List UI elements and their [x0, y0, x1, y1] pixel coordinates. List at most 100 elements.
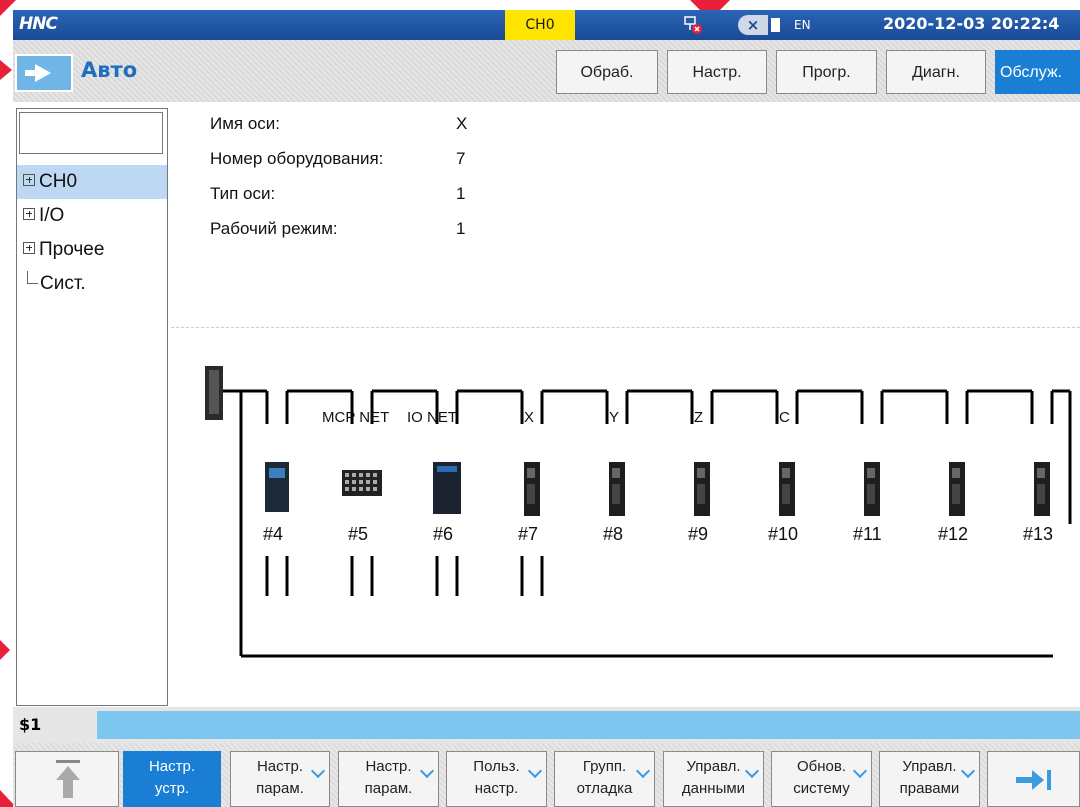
softkey-label-2: парам.: [256, 780, 304, 797]
tree-search-input[interactable]: [19, 112, 163, 154]
device-label: X: [524, 409, 535, 426]
servo-drive-panel: [612, 468, 620, 478]
softkey-rights-management[interactable]: Управл. правами: [879, 751, 980, 807]
info-label: Имя оси:: [210, 114, 281, 133]
tree-item-system[interactable]: Сист.: [17, 267, 167, 301]
softkey-label-2: отладка: [576, 780, 633, 797]
tree-item-io[interactable]: I/O: [17, 199, 167, 233]
bus-topology: #4 MCP NET #5 IO NET #6 X #7 Y #8 Z #9 C #10 #11 #12 #1…: [171, 334, 1080, 807]
tab-processing[interactable]: Обраб.: [556, 50, 658, 94]
panel-key: [345, 473, 349, 477]
device-number: #13: [1023, 524, 1054, 544]
panel-key: [352, 480, 356, 484]
softkey-label-2: данными: [681, 780, 746, 797]
master-controller-detail: [209, 370, 219, 414]
device-number: #11: [853, 524, 882, 544]
panel-key: [373, 473, 377, 477]
device-number: #5: [348, 524, 369, 544]
info-label: Рабочий режим:: [210, 219, 338, 238]
info-value: 1: [456, 219, 466, 238]
device-number: #9: [688, 524, 709, 544]
inverter-display: [269, 468, 285, 478]
servo-drive-connector: [612, 484, 620, 504]
servo-drive-connector: [782, 484, 790, 504]
softkey-up-button[interactable]: [15, 751, 119, 807]
device-number: #8: [603, 524, 624, 544]
up-arrow-icon: [56, 760, 80, 798]
softkey-label-2: настр.: [474, 780, 519, 797]
tree-item-label: CH0: [39, 171, 78, 192]
softkey-label-2: систему: [793, 780, 850, 797]
softkey-next-page-button[interactable]: [987, 751, 1080, 807]
panel-key: [352, 473, 356, 477]
io-module-stripe: [437, 466, 457, 472]
softkey-group-debug[interactable]: Групп. отладка: [554, 751, 655, 807]
softkey-label-2: устр.: [154, 780, 190, 797]
info-value: 1: [456, 184, 466, 203]
device-number: #10: [768, 524, 799, 544]
tree-item-other[interactable]: Прочее: [17, 233, 167, 267]
expand-plus-icon[interactable]: [23, 173, 35, 186]
softkey-device-setup[interactable]: Настр. устр.: [123, 751, 221, 807]
servo-drive-panel: [782, 468, 790, 478]
tab-setup[interactable]: Настр.: [667, 50, 767, 94]
softkey-label-1: Настр.: [148, 758, 196, 775]
arrow-right-icon: [15, 54, 73, 92]
command-line: $1: [13, 707, 1080, 743]
close-x-icon[interactable]: ×: [738, 15, 768, 35]
servo-drive-connector: [1037, 484, 1045, 504]
device-tree: CH0 I/O Прочее Сист.: [16, 108, 168, 706]
channel-badge[interactable]: CH0: [505, 10, 575, 40]
tab-maintenance[interactable]: Обслуж.: [995, 50, 1080, 94]
language-indicator[interactable]: EN: [794, 18, 811, 32]
sd-card-icon: [771, 18, 780, 32]
status-bar: HNC CH0 × EN 2020-12-03 20:22:4: [13, 10, 1080, 40]
panel-key: [373, 480, 377, 484]
main-panel: CH0 I/O Прочее Сист. Имя оси: X Номер об…: [13, 102, 1080, 807]
panel-key: [373, 487, 377, 491]
servo-drive-panel: [952, 468, 960, 478]
tree-item-label: I/O: [39, 205, 65, 226]
command-input[interactable]: [97, 711, 1080, 739]
datetime: 2020-12-03 20:22:4: [883, 14, 1060, 33]
softkey-param-setup-1[interactable]: Настр. парам.: [230, 751, 330, 807]
tree-item-label: Сист.: [40, 273, 86, 294]
device-number: #12: [938, 524, 969, 544]
tab-program[interactable]: Прогр.: [776, 50, 877, 94]
device-number: #4: [263, 524, 284, 544]
servo-drive-panel: [1037, 468, 1045, 478]
device-label: C: [779, 409, 790, 426]
softkey-label-2: правами: [899, 780, 960, 797]
softkey-system-update[interactable]: Обнов. систему: [771, 751, 872, 807]
expand-plus-icon[interactable]: [23, 207, 35, 220]
panel-key: [366, 480, 370, 484]
softkey-bar: Настр. устр. Настр. парам. Настр. парам.…: [13, 743, 1080, 807]
info-value: X: [456, 114, 468, 133]
softkey-user-setup[interactable]: Польз. настр.: [446, 751, 547, 807]
tab-diagnostics[interactable]: Диагн.: [886, 50, 986, 94]
servo-drive-panel: [867, 468, 875, 478]
softkey-param-setup-2[interactable]: Настр. парам.: [338, 751, 439, 807]
tree-item-ch0[interactable]: CH0: [17, 165, 167, 199]
work-mode-row: Рабочий режим: 1: [210, 219, 465, 247]
bus-topology-diagram: [205, 366, 1072, 658]
device-label: Y: [609, 409, 620, 426]
mode-bar: Авто Обраб. Настр. Прогр. Диагн. Обслуж.: [13, 40, 1080, 102]
device-label: Z: [694, 409, 704, 426]
panel-key: [366, 473, 370, 477]
mode-label: Авто: [81, 58, 138, 82]
next-page-arrow-icon: [1016, 770, 1051, 790]
servo-drive-panel: [697, 468, 705, 478]
expand-plus-icon[interactable]: [23, 241, 35, 254]
axis-name-row: Имя оси: X: [210, 114, 467, 142]
softkey-data-management[interactable]: Управл. данными: [663, 751, 764, 807]
panel-key: [359, 487, 363, 491]
info-label: Тип оси:: [210, 184, 276, 203]
section-divider: [171, 327, 1080, 328]
panel-key: [359, 473, 363, 477]
device-number-row: Номер оборудования: 7: [210, 149, 465, 177]
info-label: Номер оборудования:: [210, 149, 384, 168]
panel-key: [359, 480, 363, 484]
servo-drive-connector: [697, 484, 705, 504]
panel-key: [345, 487, 349, 491]
